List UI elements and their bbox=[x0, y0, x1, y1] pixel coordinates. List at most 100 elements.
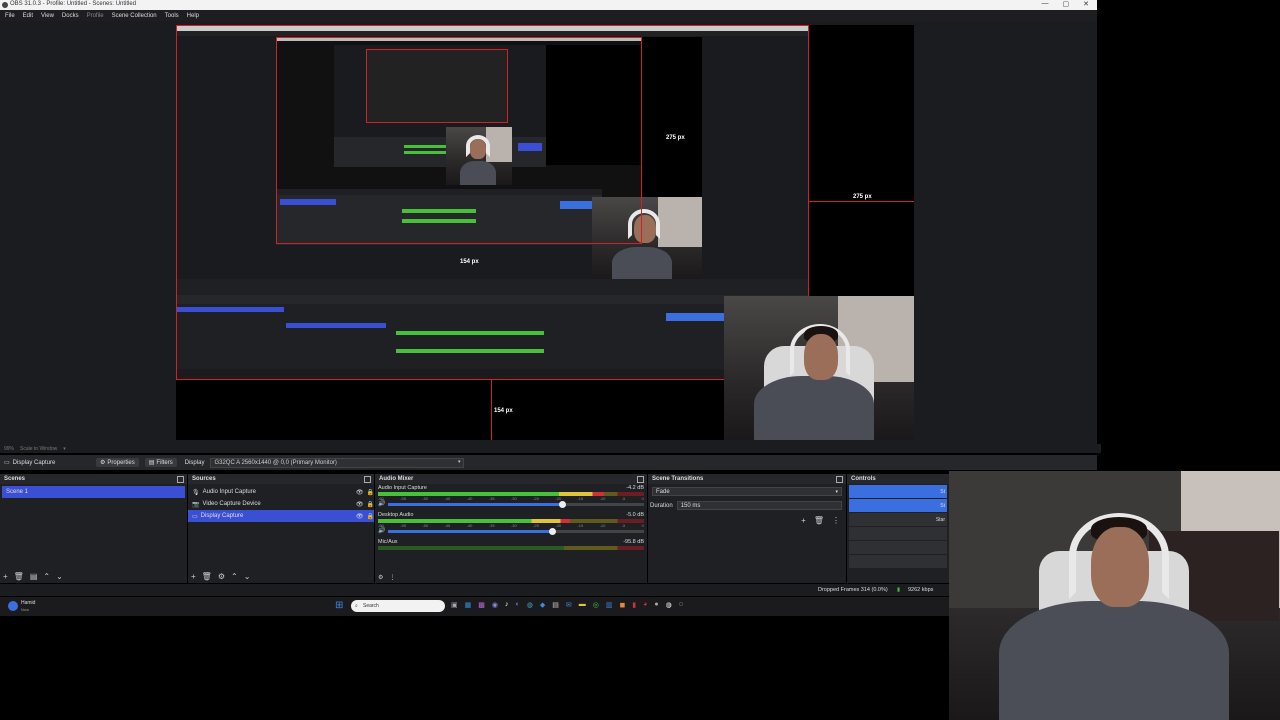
gear-icon[interactable]: ⚙ bbox=[378, 574, 383, 581]
app-icon[interactable]: ◌ bbox=[679, 601, 683, 609]
app-icon[interactable]: ◕ bbox=[643, 601, 647, 609]
add-icon[interactable]: + bbox=[3, 572, 8, 581]
lock-icon[interactable]: 🔒 bbox=[367, 513, 374, 520]
menu-dots-icon[interactable]: ⋮ bbox=[389, 574, 395, 581]
minimize-button[interactable]: — bbox=[1042, 0, 1049, 8]
taskbar-search[interactable]: ⌕ Search bbox=[351, 600, 445, 612]
display-select[interactable]: G32QC A 2560x1440 @ 0,0 (Primary Monitor… bbox=[210, 457, 465, 468]
video-capture-preview[interactable] bbox=[724, 296, 914, 440]
menu-view[interactable]: View bbox=[41, 13, 54, 19]
speaker-icon[interactable]: 🔊 bbox=[378, 527, 385, 534]
start-virtual-camera-button[interactable]: Star bbox=[849, 513, 947, 526]
meter-tick-label: 0 bbox=[641, 523, 644, 528]
scene-item[interactable]: Scene 1 bbox=[2, 486, 185, 498]
duration-input[interactable]: 150 ms bbox=[676, 501, 842, 510]
chevron-down-icon: ▾ bbox=[835, 488, 838, 495]
taskview-icon[interactable]: ▣ bbox=[451, 601, 458, 609]
meter-tick-label: -20 bbox=[555, 523, 562, 528]
transition-select[interactable]: Fade ▾ bbox=[652, 487, 842, 496]
exit-button[interactable] bbox=[849, 555, 947, 568]
edge-icon[interactable]: ◍ bbox=[527, 601, 533, 609]
controls-dock: Controls St St Star bbox=[847, 474, 949, 583]
search-icon: ⌕ bbox=[355, 603, 358, 609]
studio-mode-button[interactable] bbox=[849, 527, 947, 540]
app-icon[interactable]: ♪ bbox=[505, 601, 509, 609]
meter-tick-label: -35 bbox=[488, 523, 495, 528]
source-item[interactable]: 🎙 Audio Input Capture 👁 🔒 bbox=[188, 486, 374, 498]
meter-tick-label: -10 bbox=[599, 496, 606, 501]
menu-scene-collection[interactable]: Scene Collection bbox=[112, 13, 157, 19]
menu-docks[interactable]: Docks bbox=[62, 13, 79, 19]
scenes-dock: Scenes Scene 1 + 🗑 ▤ ⌃ ⌄ bbox=[0, 474, 187, 583]
volume-slider[interactable]: 🔊 bbox=[378, 501, 644, 508]
close-button[interactable]: ✕ bbox=[1083, 0, 1089, 8]
start-recording-button[interactable]: St bbox=[849, 499, 947, 512]
app-icon[interactable]: ▦ bbox=[465, 601, 472, 609]
app-icon[interactable]: ▥ bbox=[606, 601, 613, 609]
preview-canvas[interactable]: 275 px 154 px 275 px 154 px bbox=[176, 25, 914, 440]
meter-tick-label: -25 bbox=[533, 523, 539, 528]
display-capture-bounds[interactable] bbox=[176, 25, 809, 380]
maximize-button[interactable]: ▢ bbox=[1063, 0, 1070, 8]
source-item[interactable]: ▭ Display Capture 👁 🔒 bbox=[188, 510, 374, 522]
eye-icon[interactable]: 👁 bbox=[356, 489, 364, 496]
eye-icon[interactable]: 👁 bbox=[356, 513, 364, 520]
trash-icon[interactable]: 🗑 bbox=[14, 572, 24, 581]
add-icon[interactable]: + bbox=[801, 516, 806, 525]
undock-icon[interactable] bbox=[177, 475, 184, 483]
move-down-icon[interactable]: ⌄ bbox=[56, 572, 63, 581]
avatar[interactable] bbox=[8, 601, 18, 611]
lock-icon[interactable]: 🔒 bbox=[367, 501, 374, 508]
menu-tools[interactable]: Tools bbox=[165, 13, 179, 19]
app-icon[interactable]: ▮ bbox=[632, 601, 636, 609]
user-name: Hamid bbox=[21, 600, 36, 606]
trash-icon[interactable]: 🗑 bbox=[202, 572, 212, 581]
zoom-mode[interactable]: Scale to Window bbox=[20, 446, 57, 452]
meter-ticks: -60 -55 -50 -45 -40 -35 -30 -25 -20 -15 -10 -5 0 bbox=[378, 523, 644, 528]
filters-button[interactable]: ▤ Filters bbox=[144, 458, 177, 467]
monitor-icon: ▭ bbox=[192, 513, 198, 520]
chevron-down-icon[interactable]: ▾ bbox=[63, 446, 66, 452]
move-up-icon[interactable]: ⌃ bbox=[231, 572, 238, 581]
app-icon[interactable]: ● bbox=[654, 601, 658, 609]
windows-start-icon[interactable]: ⊞ bbox=[335, 600, 343, 611]
menu-edit[interactable]: Edit bbox=[23, 13, 33, 19]
app-icon[interactable]: ◆ bbox=[540, 601, 545, 609]
start-streaming-button[interactable]: St bbox=[849, 485, 947, 498]
settings-button[interactable] bbox=[849, 541, 947, 554]
lock-icon[interactable]: 🔒 bbox=[367, 489, 374, 496]
move-down-icon[interactable]: ⌄ bbox=[244, 572, 251, 581]
app-icon[interactable]: ▩ bbox=[478, 601, 485, 609]
obs-app-icon[interactable]: ◍ bbox=[666, 601, 672, 609]
folder-icon[interactable]: ▬ bbox=[579, 601, 586, 609]
guide-label-right: 275 px bbox=[853, 194, 872, 200]
menu-dots-icon[interactable]: ⋮ bbox=[832, 516, 840, 525]
filter-icon[interactable]: ▤ bbox=[30, 572, 38, 581]
chrome-icon[interactable]: ◎ bbox=[593, 601, 599, 609]
meter-tick-label: -50 bbox=[422, 523, 429, 528]
move-up-icon[interactable]: ⌃ bbox=[43, 572, 50, 581]
outlook-icon[interactable]: ✉ bbox=[566, 601, 572, 609]
mixer-channel-audio-input: Audio Input Capture -4.2 dB -60 -55 -50 -45-… bbox=[378, 485, 644, 508]
webcam-overlay bbox=[949, 471, 1280, 720]
eye-icon[interactable]: 👁 bbox=[356, 501, 364, 508]
app-icon[interactable]: ◐ bbox=[515, 601, 519, 609]
trash-icon[interactable]: 🗑 bbox=[814, 516, 824, 525]
menu-help[interactable]: Help bbox=[187, 13, 199, 19]
source-item[interactable]: 📷 Video Capture Device 👁 🔒 bbox=[188, 498, 374, 510]
zoom-level[interactable]: 99% bbox=[4, 446, 14, 452]
window-title: OBS 31.0.3 - Profile: Untitled - Scenes:… bbox=[10, 1, 137, 7]
menu-profile[interactable]: Profile bbox=[87, 13, 104, 19]
gear-icon[interactable]: ⚙ bbox=[218, 572, 225, 581]
volume-slider[interactable]: 🔊 bbox=[378, 528, 644, 535]
undock-icon[interactable] bbox=[364, 475, 371, 483]
menu-file[interactable]: File bbox=[5, 13, 15, 19]
undock-icon[interactable] bbox=[836, 475, 843, 483]
speaker-icon[interactable]: 🔊 bbox=[378, 500, 385, 507]
app-icon[interactable]: ◼ bbox=[619, 601, 625, 609]
store-icon[interactable]: ▤ bbox=[552, 601, 559, 609]
undock-icon[interactable] bbox=[637, 475, 644, 483]
properties-button[interactable]: ⚙ Properties bbox=[96, 458, 139, 467]
add-icon[interactable]: + bbox=[191, 572, 196, 581]
app-icon[interactable]: ◉ bbox=[492, 601, 498, 609]
